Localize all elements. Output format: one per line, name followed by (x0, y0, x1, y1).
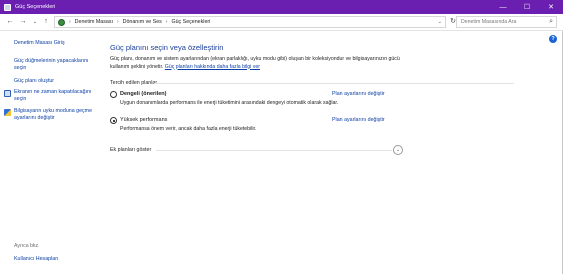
plan-balanced-radio[interactable] (110, 91, 117, 98)
breadcrumb[interactable]: › Denetim Masası › Dönanım ve Ses › Güç … (54, 16, 446, 28)
window-title: Güç Seçenekleri (15, 4, 56, 10)
search-icon[interactable]: ⌕ (549, 18, 553, 26)
sidebar-item-power-buttons[interactable]: Güç düğmelerinin yapacaklarını seçin (14, 58, 96, 72)
address-bar: ← → ⌄ ↑ › Denetim Masası › Dönanım ve Se… (0, 14, 563, 31)
power-options-app-icon (4, 3, 11, 11)
recent-locations-chevron-icon[interactable]: ⌄ (30, 17, 40, 27)
plan-balanced-name[interactable]: Dengeli (önerilen) (120, 91, 166, 98)
plan-balanced-description: Uygun donanımlarda performans ile enerji… (120, 100, 339, 106)
main-content: ? Güç planını seçin veya özelleştirin Gü… (110, 31, 563, 274)
sidebar-item-display-off[interactable]: Ekranın ne zaman kapatılacağını seçin (14, 89, 92, 103)
up-arrow-icon[interactable]: ↑ (41, 17, 51, 27)
search-input[interactable]: Denetim Masasında Ara ⌕ (456, 16, 557, 28)
maximize-button[interactable]: ☐ (515, 0, 539, 14)
close-button[interactable]: ✕ (539, 0, 563, 14)
chevron-down-icon[interactable]: ⌄ (393, 145, 403, 155)
learn-more-link[interactable]: Güç planları hakkında daha fazla bilgi v… (165, 64, 260, 70)
breadcrumb-separator-icon[interactable]: › (69, 19, 71, 25)
window-controls: — ☐ ✕ (491, 0, 563, 14)
back-arrow-icon[interactable]: ← (5, 17, 15, 27)
sidebar-item-sleep-settings[interactable]: Bilgisayarın uyku moduna geçme ayarların… (14, 108, 104, 122)
show-additional-plans-label[interactable]: Ek planları göster (110, 147, 151, 153)
monitor-icon (4, 90, 11, 97)
minimize-button[interactable]: — (491, 0, 515, 14)
sidebar-item-user-accounts[interactable]: Kullanıcı Hesapları (14, 256, 58, 263)
control-panel-icon (58, 18, 65, 26)
address-dropdown-icon[interactable]: ⌄ (438, 19, 442, 25)
breadcrumb-item-power-options[interactable]: Güç Seçenekleri (171, 19, 210, 25)
plan-high-performance-settings-link[interactable]: Plan ayarlarını değiştir (332, 117, 385, 124)
divider (154, 83, 514, 84)
page-description: Güç planı, donanım ve sistem ayarlarında… (110, 56, 410, 71)
title-bar: Güç Seçenekleri — ☐ ✕ (0, 0, 563, 14)
sidebar-item-control-panel-home[interactable]: Denetim Masası Giriş (14, 40, 65, 47)
breadcrumb-item-control-panel[interactable]: Denetim Masası (75, 19, 113, 25)
help-icon[interactable]: ? (549, 35, 557, 43)
plan-balanced-settings-link[interactable]: Plan ayarlarını değiştir (332, 91, 385, 98)
divider (156, 150, 392, 151)
breadcrumb-item-hardware-sound[interactable]: Dönanım ve Ses (123, 19, 162, 25)
sidebar: Denetim Masası Giriş Güç düğmelerinin ya… (0, 31, 100, 274)
forward-arrow-icon[interactable]: → (18, 17, 28, 27)
breadcrumb-separator-icon[interactable]: › (117, 19, 119, 25)
plan-high-performance-radio[interactable] (110, 117, 117, 124)
search-placeholder: Denetim Masasında Ara (461, 19, 517, 25)
plan-high-performance-description: Performansa önem verir, ancak daha fazla… (120, 126, 257, 132)
breadcrumb-separator-icon[interactable]: › (166, 19, 168, 25)
plan-high-performance-name[interactable]: Yüksek performans (120, 117, 167, 124)
preferred-plans-label: Tercih edilen planlar (110, 80, 158, 86)
sidebar-item-create-power-plan[interactable]: Güç planı oluştur (14, 78, 54, 85)
see-also-heading: Ayrıca bkz. (14, 243, 40, 249)
page-title: Güç planını seçin veya özelleştirin (110, 43, 224, 52)
shield-icon (4, 109, 11, 116)
